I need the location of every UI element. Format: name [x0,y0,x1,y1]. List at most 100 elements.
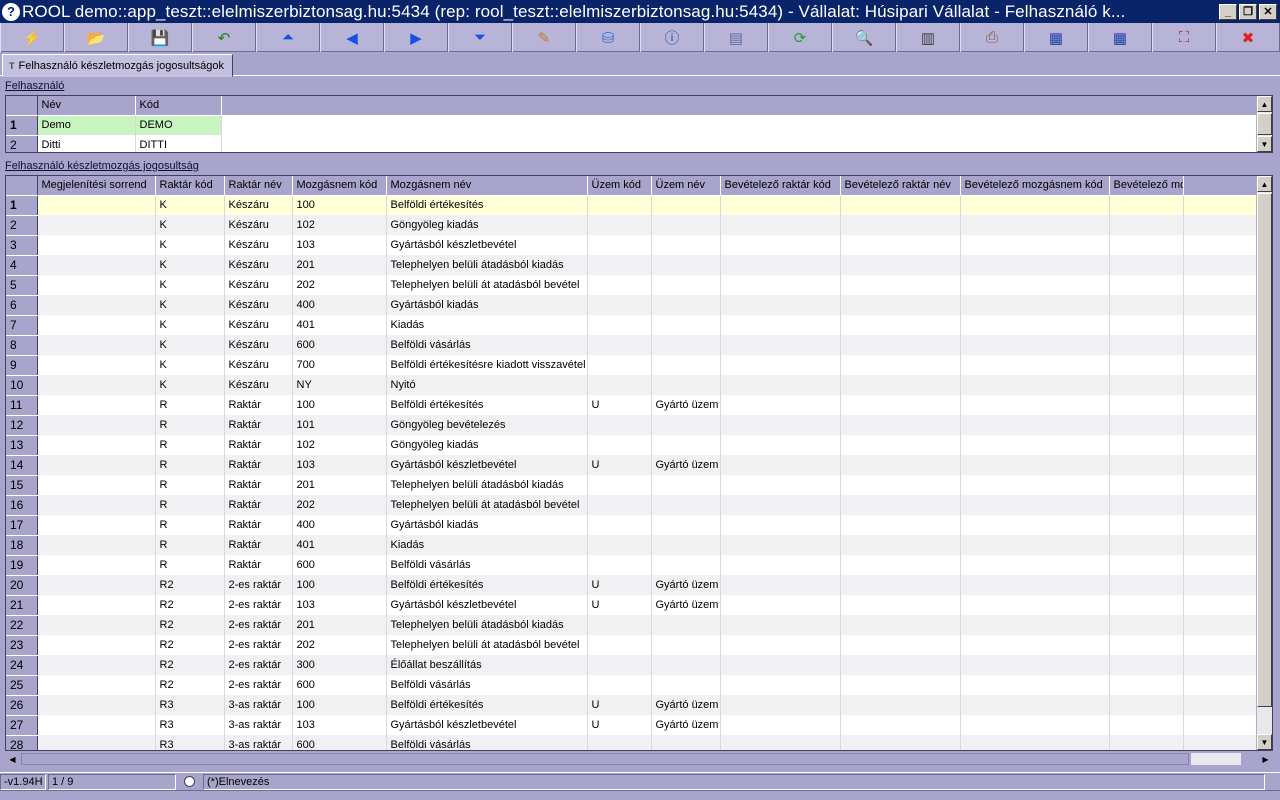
receiving-cell[interactable] [1109,615,1184,635]
rights-row[interactable]: 28 R3 3-as raktár 600 Belföldi vásárlás [6,735,1259,750]
movement-name-cell[interactable]: Göngyöleg bevételezés [386,415,588,435]
plant-code-cell[interactable] [587,655,652,675]
movement-code-cell[interactable]: 600 [292,735,387,750]
plant-code-cell[interactable] [587,255,652,275]
warehouse-name-cell[interactable]: Raktár [224,395,293,415]
scroll-down-icon[interactable]: ▼ [1257,136,1272,152]
receiving-cell[interactable] [840,575,961,595]
receiving-cell[interactable] [960,335,1110,355]
warehouse-code-cell[interactable]: R [155,555,225,575]
movement-code-cell[interactable]: 401 [292,315,387,335]
display-order-cell[interactable] [37,735,156,750]
column-header[interactable]: Raktár kód [155,176,225,196]
row-number[interactable]: 19 [6,555,38,576]
warehouse-code-cell[interactable]: R2 [155,595,225,615]
warehouse-name-cell[interactable]: Készáru [224,315,293,335]
movement-code-cell[interactable]: 401 [292,535,387,555]
movement-code-cell[interactable]: 100 [292,695,387,715]
rights-row[interactable]: 19 R Raktár 600 Belföldi vásárlás [6,555,1259,576]
receiving-cell[interactable] [960,495,1110,515]
receiving-cell[interactable] [960,315,1110,335]
receiving-cell[interactable] [720,195,841,215]
rights-row[interactable]: 25 R2 2-es raktár 600 Belföldi vásárlás [6,675,1259,696]
receiving-cell[interactable] [960,395,1110,415]
movement-code-cell[interactable]: 700 [292,355,387,375]
rights-row[interactable]: 9 K Készáru 700 Belföldi értékesítésre kiado… [6,355,1259,376]
receiving-cell[interactable] [960,375,1110,395]
plant-code-cell[interactable] [587,435,652,455]
warehouse-name-cell[interactable]: Készáru [224,355,293,375]
receiving-cell[interactable] [720,635,841,655]
execute-button[interactable]: ⚡ [0,23,64,52]
receiving-cell[interactable] [840,475,961,495]
plant-code-cell[interactable] [587,515,652,535]
receiving-cell[interactable] [720,675,841,695]
plant-code-cell[interactable] [587,675,652,695]
warehouse-name-cell[interactable]: 3-as raktár [224,695,293,715]
prev-button[interactable]: ◀ [320,23,384,52]
warehouse-name-cell[interactable]: Raktár [224,535,293,555]
movement-name-cell[interactable]: Belföldi vásárlás [386,555,588,575]
receiving-cell[interactable] [1109,695,1184,715]
receiving-cell[interactable] [960,635,1110,655]
row-number[interactable]: 24 [6,655,38,676]
warehouse-code-cell[interactable]: K [155,275,225,295]
plant-name-cell[interactable] [651,515,721,535]
row-number[interactable]: 4 [6,255,38,276]
movement-code-cell[interactable]: 300 [292,655,387,675]
movement-code-cell[interactable]: NY [292,375,387,395]
receiving-cell[interactable] [1109,255,1184,275]
display-order-cell[interactable] [37,515,156,535]
row-number[interactable]: 11 [6,395,38,416]
warehouse-name-cell[interactable]: 2-es raktár [224,655,293,675]
plant-name-cell[interactable] [651,215,721,235]
receiving-cell[interactable] [720,355,841,375]
receiving-cell[interactable] [1109,595,1184,615]
warehouse-name-cell[interactable]: Raktár [224,455,293,475]
movement-name-cell[interactable]: Belföldi értékesítésre kiadott visszavét… [386,355,588,375]
movement-code-cell[interactable]: 103 [292,595,387,615]
receiving-cell[interactable] [720,555,841,575]
receiving-cell[interactable] [1109,555,1184,575]
display-order-cell[interactable] [37,375,156,395]
plant-code-cell[interactable] [587,295,652,315]
receiving-cell[interactable] [1109,235,1184,255]
display-order-cell[interactable] [37,575,156,595]
receiving-cell[interactable] [720,615,841,635]
movement-code-cell[interactable]: 600 [292,675,387,695]
movement-name-cell[interactable]: Telephelyen belüli át atadásból bevétel [386,275,588,295]
movement-code-cell[interactable]: 201 [292,255,387,275]
display-order-cell[interactable] [37,535,156,555]
receiving-cell[interactable] [960,615,1110,635]
movement-name-cell[interactable]: Belföldi értékesítés [386,695,588,715]
rights-row[interactable]: 17 R Raktár 400 Gyártásból kiadás [6,515,1259,536]
display-order-cell[interactable] [37,255,156,275]
receiving-cell[interactable] [720,475,841,495]
receiving-cell[interactable] [840,535,961,555]
rights-vertical-scrollbar[interactable]: ▲ ▼ [1256,176,1272,750]
scroll-down-icon[interactable]: ▼ [1257,734,1272,750]
receiving-cell[interactable] [960,735,1110,750]
warehouse-name-cell[interactable]: Raktár [224,495,293,515]
row-number[interactable]: 2 [6,135,38,152]
rights-row[interactable]: 10 K Készáru NY Nyitó [6,375,1259,396]
movement-code-cell[interactable]: 202 [292,635,387,655]
movement-name-cell[interactable]: Göngyöleg kiadás [386,435,588,455]
warehouse-code-cell[interactable]: K [155,315,225,335]
print-button[interactable]: ⎙ [960,23,1024,52]
display-order-cell[interactable] [37,495,156,515]
receiving-cell[interactable] [960,215,1110,235]
row-number[interactable]: 1 [6,195,38,216]
receiving-cell[interactable] [840,315,961,335]
tab-rights[interactable]: T Felhasználó készletmozgás jogosultságo… [2,54,233,77]
plant-code-cell[interactable] [587,495,652,515]
row-number[interactable]: 3 [6,235,38,256]
receiving-cell[interactable] [1109,475,1184,495]
movement-code-cell[interactable]: 102 [292,215,387,235]
movement-code-cell[interactable]: 100 [292,195,387,215]
receiving-cell[interactable] [840,595,961,615]
plant-code-cell[interactable] [587,355,652,375]
movement-name-cell[interactable]: Telephelyen belüli át atadásból bevétel [386,495,588,515]
fullscreen-button[interactable]: ⛶ [1152,23,1216,52]
movement-name-cell[interactable]: Belföldi vásárlás [386,335,588,355]
